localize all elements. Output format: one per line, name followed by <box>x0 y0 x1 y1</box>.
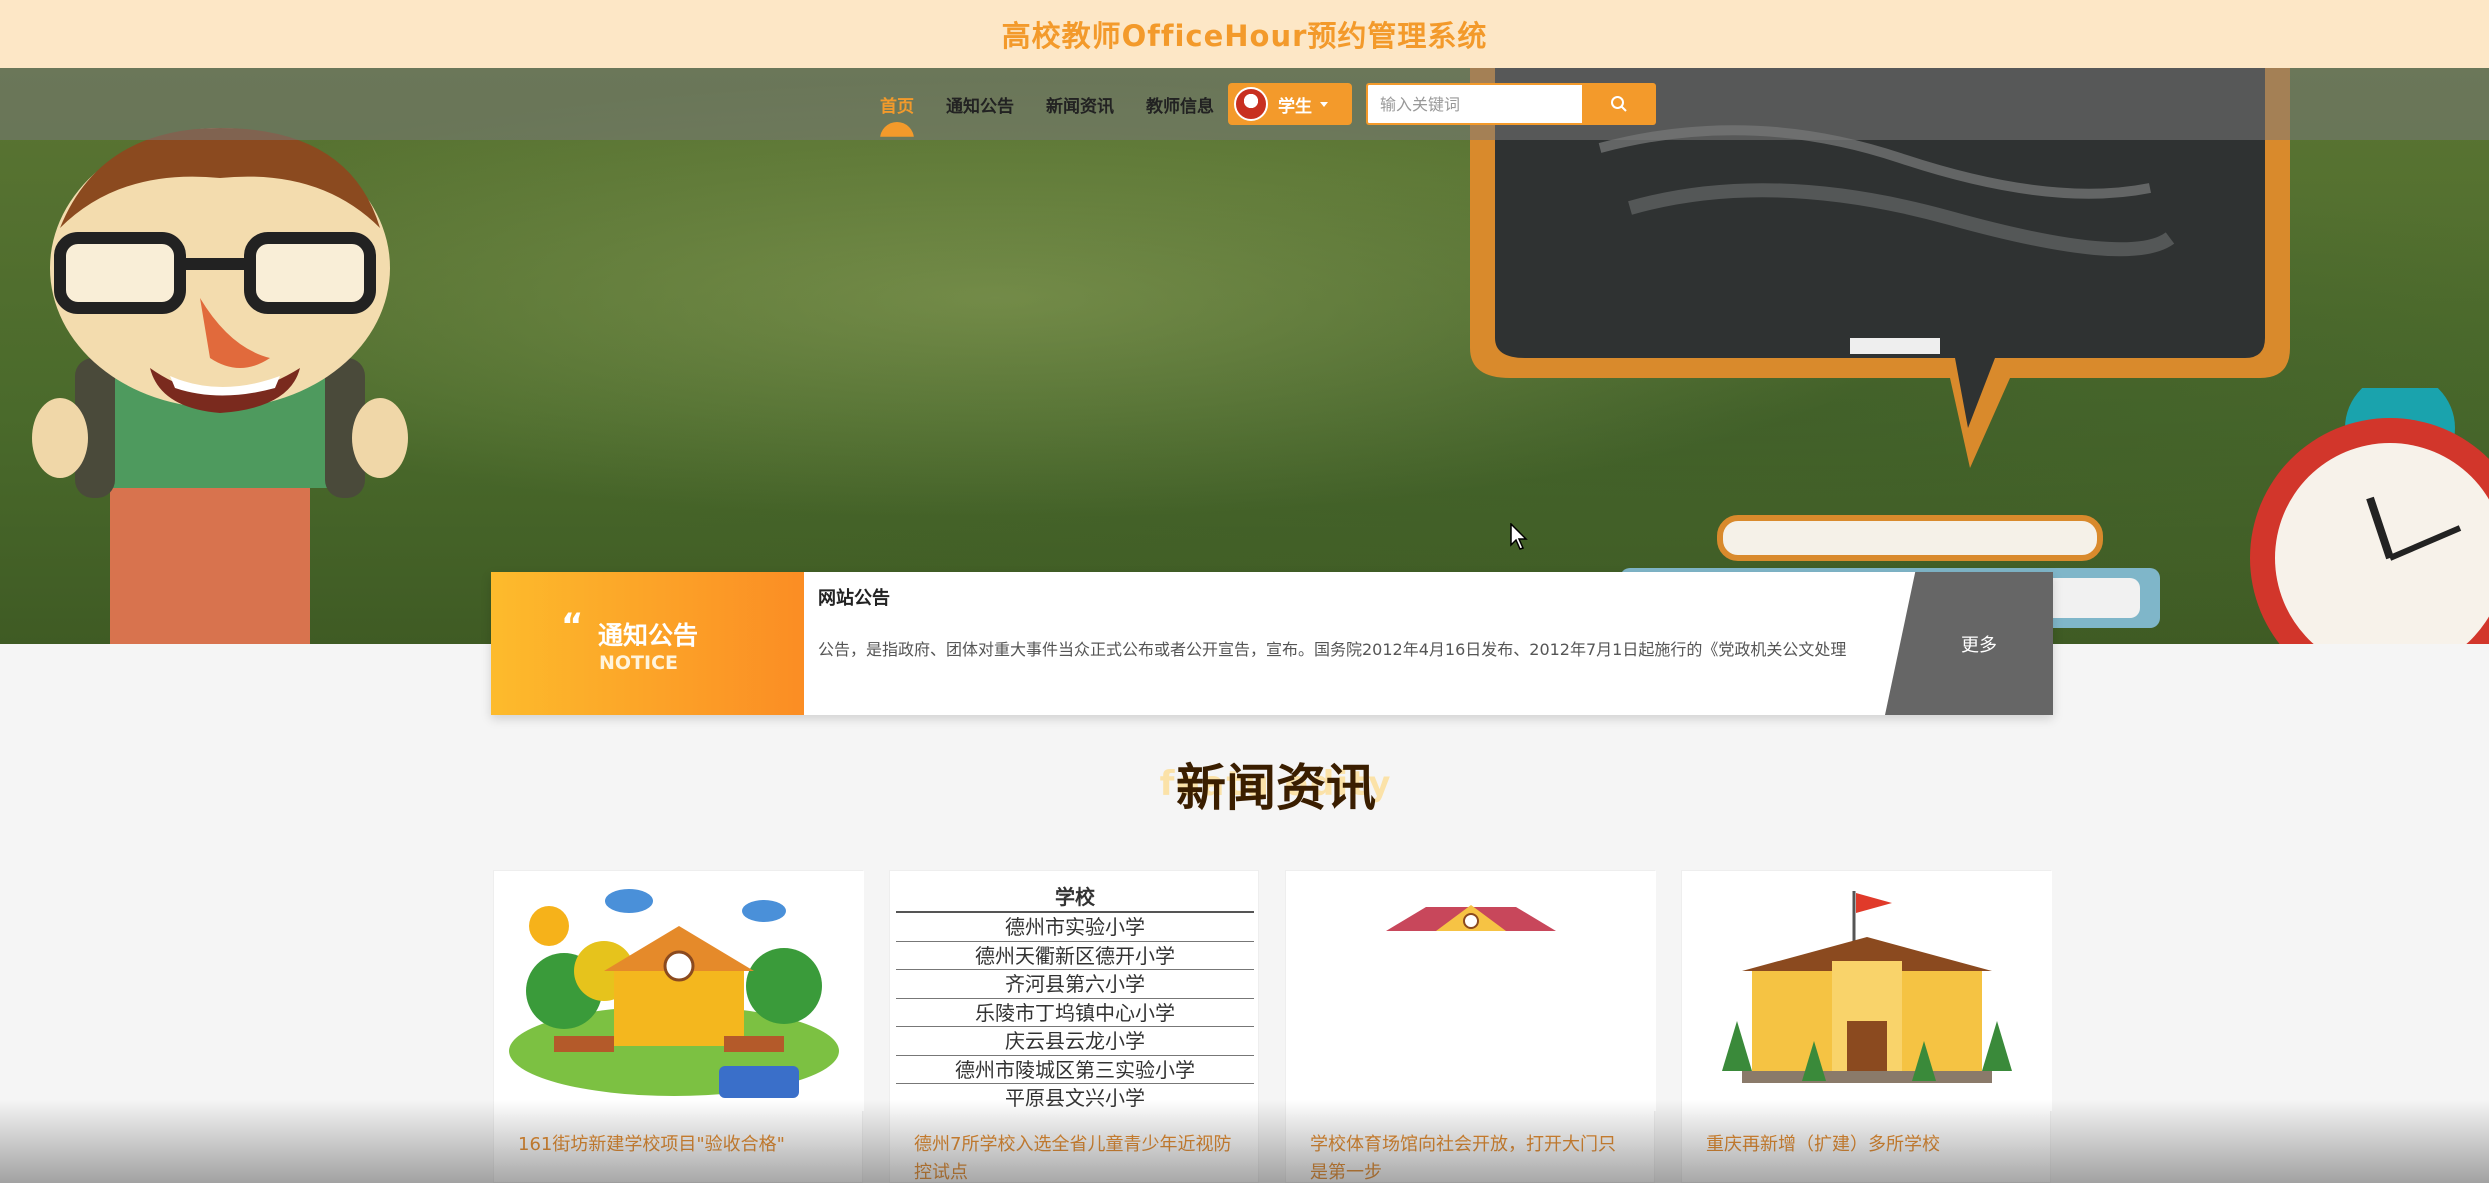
news-card[interactable]: 161街坊新建学校项目"验收合格" <box>493 870 864 1183</box>
news-thumbnail-school-building <box>1682 871 2052 1111</box>
news-card[interactable]: 重庆再新增（扩建）多所学校 <box>1681 870 2052 1183</box>
more-button[interactable]: 更多 <box>1885 572 2053 715</box>
school-list-item: 庆云县云龙小学 <box>896 1027 1254 1056</box>
nav-item-label: 新闻资讯 <box>1046 96 1114 117</box>
school-list-item: 平原县文兴小学 <box>1005 1086 1145 1110</box>
notice-bar: “ 通知公告 NOTICE 网站公告 公告，是指政府、团体对重大事件当众正式公布… <box>491 572 2053 715</box>
nav-item-teachers[interactable]: 教师信息 <box>1146 92 1214 117</box>
clock-illustration <box>2250 388 2489 644</box>
nav-item-label: 首页 <box>880 96 914 117</box>
nav-items: 首页 通知公告 新闻资讯 教师信息 学生 <box>880 82 1656 137</box>
notice-label: 通知公告 <box>598 621 699 650</box>
news-card[interactable]: 学校体育场馆向社会开放，打开大门只是第一步 <box>1285 870 1656 1183</box>
section-title-news: 新闻资讯 <box>1176 759 1376 817</box>
nav-item-home[interactable]: 首页 <box>880 92 914 137</box>
news-title: 学校体育场馆向社会开放，打开大门只是第一步 <box>1310 1134 1616 1183</box>
nav-item-label: 通知公告 <box>946 96 1014 117</box>
notice-label-en: NOTICE <box>599 652 679 674</box>
notice-content[interactable]: 网站公告 公告，是指政府、团体对重大事件当众正式公布或者公开宣告，宣布。国务院2… <box>804 572 1885 715</box>
cartoon-boy-illustration <box>32 128 408 644</box>
search-bar <box>1366 83 1656 125</box>
notice-label-block: “ 通知公告 NOTICE <box>491 572 804 715</box>
school-list-item: 德州市陵城区第三实验小学 <box>896 1056 1254 1084</box>
search-button[interactable] <box>1582 83 1656 125</box>
news-thumbnail-gym <box>1286 871 1656 1111</box>
nav-item-notice[interactable]: 通知公告 <box>946 92 1014 117</box>
site-title: 高校教师OfficeHour预约管理系统 <box>1001 19 1488 53</box>
active-indicator <box>880 121 914 137</box>
news-card-list: 161街坊新建学校项目"验收合格" 学校 德州市实验小学 德州天衢新区德开小学 … <box>493 870 2053 1183</box>
user-role-label: 学生 <box>1278 96 1312 117</box>
news-card[interactable]: 学校 德州市实验小学 德州天衢新区德开小学 齐河县第六小学 乐陵市丁坞镇中心小学… <box>889 870 1259 1183</box>
school-list-item: 德州市实验小学 <box>896 913 1254 942</box>
news-title: 德州7所学校入选全省儿童青少年近视防控试点 <box>914 1134 1232 1183</box>
school-list-heading: 学校 <box>1055 885 1095 909</box>
search-input[interactable] <box>1366 83 1582 125</box>
nav-item-label: 教师信息 <box>1146 96 1214 117</box>
user-menu-button[interactable]: 学生 <box>1228 83 1352 125</box>
school-list-item: 德州天衢新区德开小学 <box>896 942 1254 970</box>
news-title: 161街坊新建学校项目"验收合格" <box>518 1134 785 1155</box>
mouse-cursor-icon <box>1510 523 1528 550</box>
news-title: 重庆再新增（扩建）多所学校 <box>1706 1134 1940 1155</box>
search-icon <box>1611 96 1627 112</box>
news-thumbnail-school-cartoon <box>494 871 864 1111</box>
notice-title: 网站公告 <box>818 588 890 609</box>
school-list-item: 乐陵市丁坞镇中心小学 <box>896 999 1254 1027</box>
school-list: 德州市实验小学 德州天衢新区德开小学 齐河县第六小学 乐陵市丁坞镇中心小学 庆云… <box>896 911 1254 1113</box>
top-title-bar: 高校教师OfficeHour预约管理系统 <box>0 0 2489 68</box>
chevron-down-icon <box>1320 101 1328 107</box>
school-list-item: 齐河县第六小学 <box>896 970 1254 999</box>
main-navigation: 首页 通知公告 新闻资讯 教师信息 学生 <box>0 68 2489 140</box>
news-thumbnail-school-list: 学校 德州市实验小学 德州天衢新区德开小学 齐河县第六小学 乐陵市丁坞镇中心小学… <box>890 871 1260 1111</box>
avatar <box>1234 87 1268 121</box>
notice-text: 公告，是指政府、团体对重大事件当众正式公布或者公开宣告，宣布。国务院2012年4… <box>818 640 1847 659</box>
quote-icon: “ <box>561 606 584 646</box>
nav-item-news[interactable]: 新闻资讯 <box>1046 92 1114 117</box>
hero-banner: 首页 通知公告 新闻资讯 教师信息 学生 <box>0 68 2489 644</box>
